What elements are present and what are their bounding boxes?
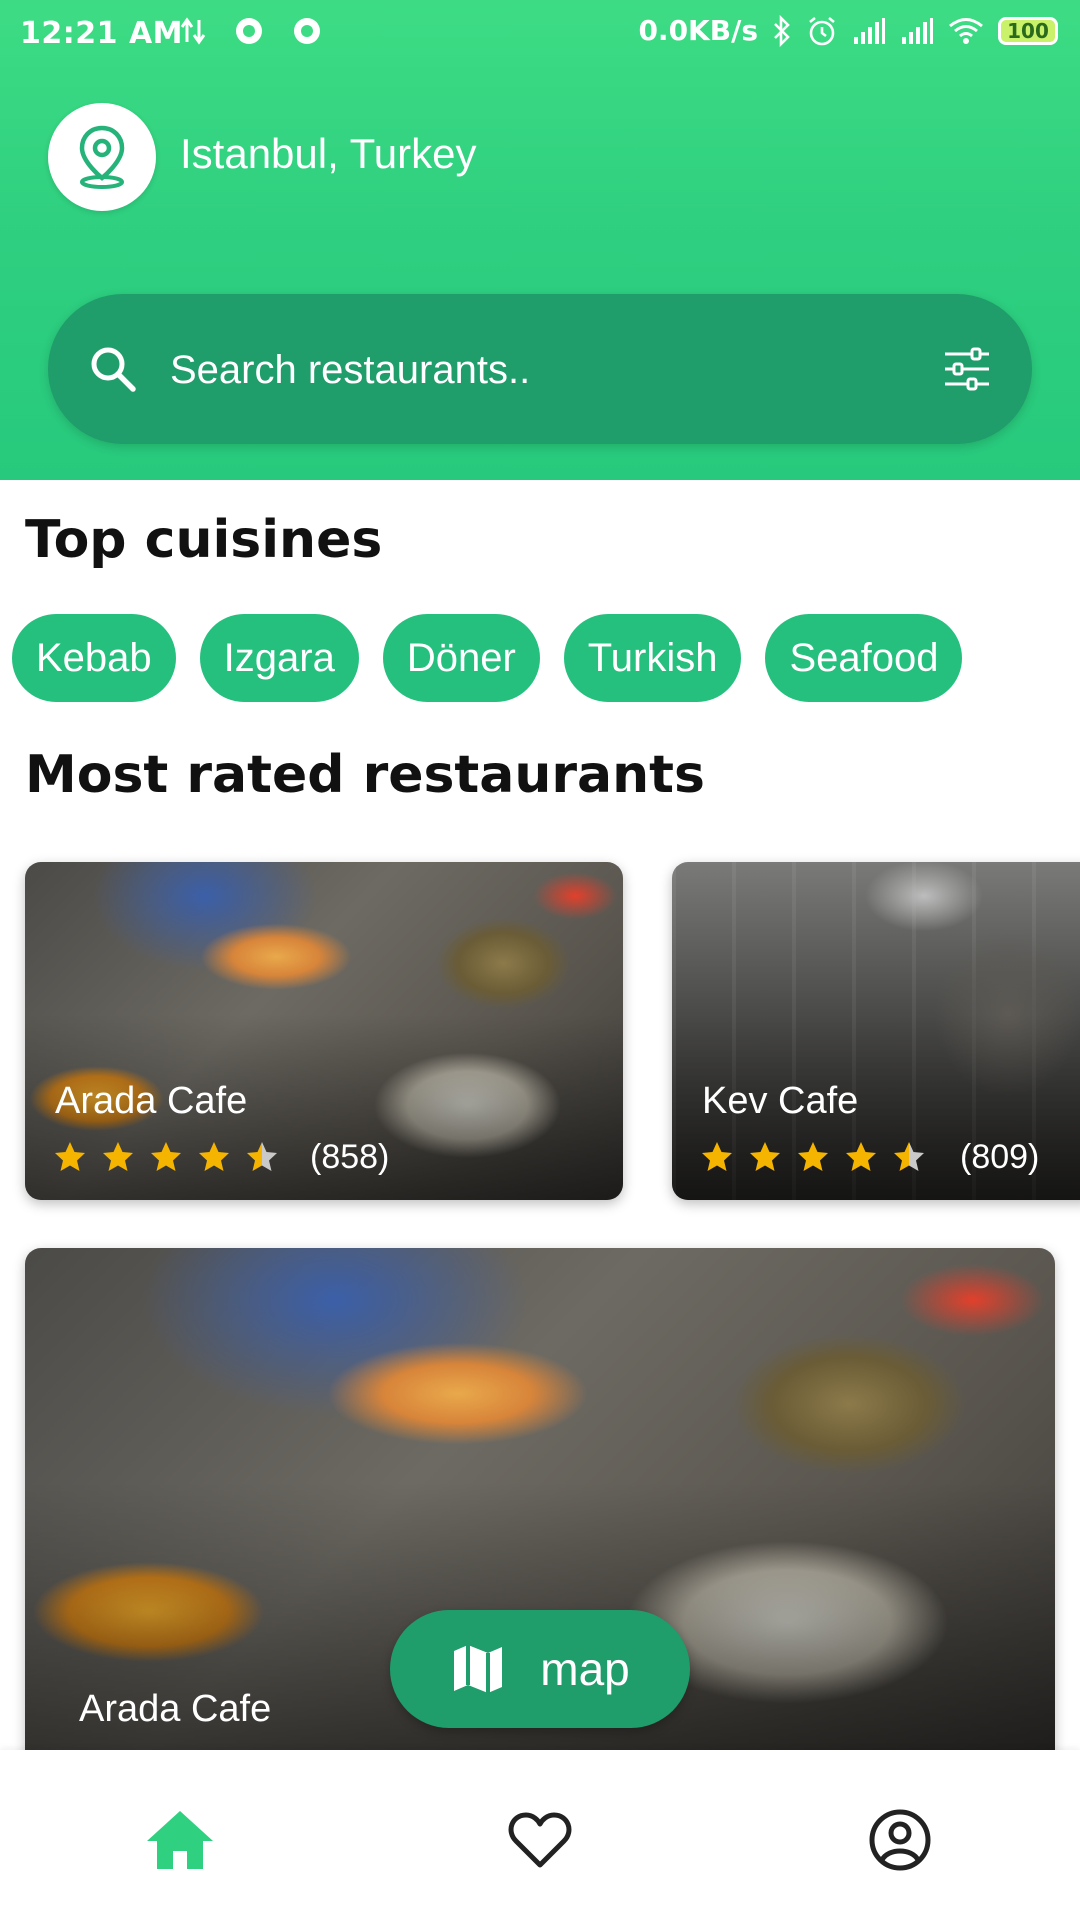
cuisine-chip[interactable]: Kebab: [12, 614, 176, 702]
map-icon: [454, 1645, 503, 1693]
top-cuisines-title: Top cuisines: [25, 510, 383, 570]
star-icon: [103, 1142, 133, 1171]
network-speed: 0.0KB/s: [638, 14, 758, 47]
home-icon: [147, 1811, 213, 1869]
circle-notification-icon: [236, 18, 262, 44]
star-icon: [247, 1142, 277, 1171]
nav-home[interactable]: [140, 1800, 220, 1880]
star-icon: [199, 1142, 229, 1171]
search-bar[interactable]: [48, 294, 1032, 444]
review-count: (809): [960, 1138, 1040, 1176]
battery-icon: 100: [998, 16, 1058, 45]
alarm-icon: [809, 16, 835, 45]
rating-stars: [700, 1140, 926, 1174]
nav-favorites[interactable]: [500, 1800, 580, 1880]
star-icon: [798, 1142, 828, 1171]
account-circle-icon: [869, 1809, 931, 1871]
search-input[interactable]: [168, 334, 872, 406]
star-icon: [151, 1142, 181, 1171]
restaurant-name: Arada Cafe: [55, 1080, 248, 1122]
circle-notification-icon: [294, 18, 320, 44]
signal-icon: [854, 17, 885, 44]
cuisine-chips: Kebab Izgara Döner Turkish Seafood: [12, 614, 963, 702]
location-badge[interactable]: [48, 103, 156, 211]
signal-icon: [902, 17, 933, 44]
star-icon: [55, 1142, 85, 1171]
rating-stars: [53, 1140, 279, 1174]
location-label[interactable]: Istanbul, Turkey: [180, 130, 476, 178]
review-count: (858): [310, 1138, 390, 1176]
data-transfer-icon: [180, 17, 206, 45]
bluetooth-icon: [774, 14, 790, 47]
status-left-icons: [180, 16, 322, 46]
star-icon: [750, 1142, 780, 1171]
star-icon: [702, 1142, 732, 1171]
search-icon[interactable]: [88, 344, 138, 394]
battery-level: 100: [1007, 18, 1049, 43]
cuisine-chip[interactable]: Döner: [382, 614, 540, 702]
restaurant-name: Arada Cafe: [79, 1688, 272, 1730]
restaurant-card[interactable]: Kev Cafe (809): [672, 862, 1080, 1200]
location-pin-icon: [79, 125, 125, 189]
cuisine-chip[interactable]: Izgara: [199, 614, 359, 702]
bottom-nav: [0, 1750, 1080, 1920]
map-button[interactable]: map: [390, 1610, 690, 1728]
map-label: map: [540, 1643, 630, 1695]
status-time: 12:21 AM: [20, 16, 184, 51]
restaurant-card[interactable]: Arada Cafe (858): [25, 862, 623, 1200]
nav-profile[interactable]: [860, 1800, 940, 1880]
cuisine-chip[interactable]: Seafood: [765, 614, 963, 702]
header: 12:21 AM 0.0KB/s 100 Istanbul, Turkey Se…: [0, 0, 1080, 480]
sliders-icon[interactable]: [942, 344, 992, 394]
star-icon: [894, 1142, 924, 1171]
heart-icon: [508, 1812, 572, 1868]
star-icon: [846, 1142, 876, 1171]
wifi-icon: [949, 17, 983, 44]
cuisine-chip[interactable]: Turkish: [563, 614, 742, 702]
restaurant-name: Kev Cafe: [702, 1080, 859, 1122]
most-rated-title: Most rated restaurants: [25, 745, 705, 805]
status-right: 0.0KB/s 100: [638, 14, 1058, 47]
status-bar: 12:21 AM 0.0KB/s 100: [0, 0, 1080, 72]
